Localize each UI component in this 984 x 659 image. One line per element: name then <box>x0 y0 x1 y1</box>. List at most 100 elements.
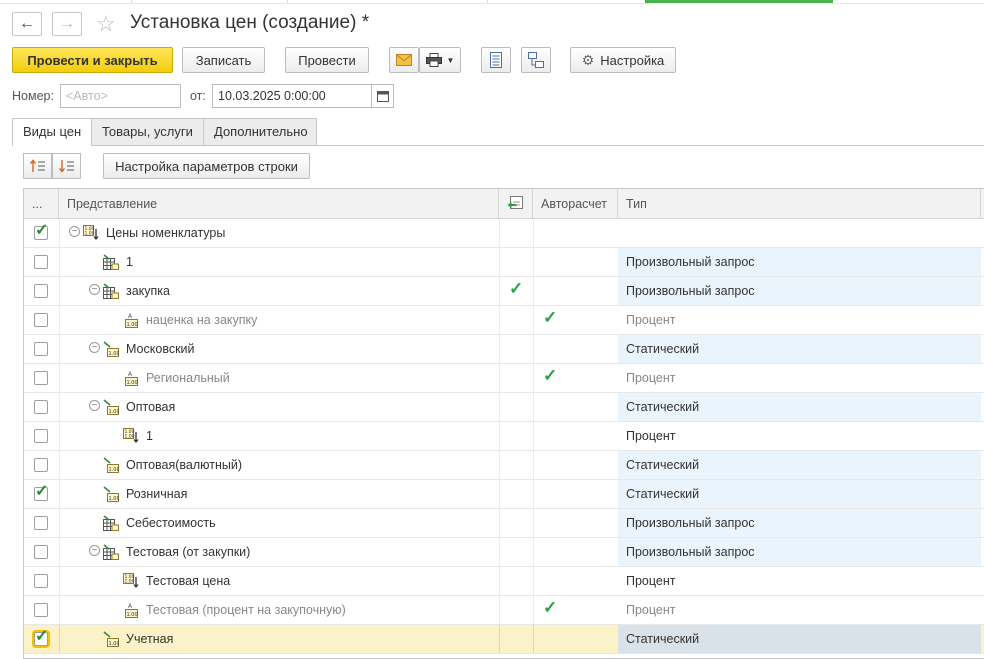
row-checkbox[interactable] <box>34 545 48 559</box>
percent-icon: A 1.00 <box>123 312 139 328</box>
header-name[interactable]: Представление <box>59 189 499 219</box>
column-separator <box>533 509 534 537</box>
column-separator <box>499 509 500 537</box>
email-button[interactable] <box>389 47 419 73</box>
checkmark-icon: ✓ <box>35 222 49 239</box>
header-type[interactable]: Тип <box>618 189 981 219</box>
group-icon: 1.00 1.00 <box>123 573 139 589</box>
row-type[interactable]: Процент <box>618 596 981 624</box>
row-name: 1 <box>126 255 133 269</box>
table-row[interactable]: A 1.00 наценка на закупку ✓ Процент <box>24 306 984 335</box>
table-row[interactable]: ✓ 1.00 Розничная Статический <box>24 480 984 509</box>
sort-ascending-button[interactable] <box>23 153 52 179</box>
row-type[interactable]: Процент <box>618 364 981 392</box>
row-name: 1 <box>146 429 153 443</box>
table-row[interactable]: ✓ −1.00 1.00 Цены номенклатуры <box>24 219 984 248</box>
collapse-toggle-icon[interactable]: − <box>89 545 100 556</box>
row-checkbox[interactable]: ✓ <box>34 484 48 501</box>
row-type[interactable]: Произвольный запрос <box>618 248 981 276</box>
list-document-icon <box>490 52 502 68</box>
table-row[interactable]: 1 Произвольный запрос <box>24 248 984 277</box>
structure-button[interactable] <box>521 47 551 73</box>
row-type[interactable]: Статический <box>618 625 981 653</box>
collapse-toggle-icon[interactable]: − <box>89 342 100 353</box>
collapse-toggle-icon[interactable]: − <box>89 284 100 295</box>
header-select-column[interactable]: ... <box>24 189 59 219</box>
row-type[interactable]: Статический <box>618 335 981 363</box>
column-separator <box>59 422 60 450</box>
table-row[interactable]: − закупка ✓ Произвольный запрос <box>24 277 984 306</box>
row-checkbox[interactable] <box>34 458 48 472</box>
svg-text:A: A <box>128 371 133 378</box>
row-checkbox[interactable] <box>34 574 48 588</box>
tab-goods-services[interactable]: Товары, услуги <box>91 118 204 145</box>
row-type[interactable]: Произвольный запрос <box>618 277 981 305</box>
table-row[interactable]: 1.00 Оптовая(валютный) Статический <box>24 451 984 480</box>
row-type[interactable]: Произвольный запрос <box>618 538 981 566</box>
post-and-close-button[interactable]: Провести и закрыть <box>12 47 173 73</box>
collapse-toggle-icon[interactable]: − <box>69 226 80 237</box>
table-row[interactable]: A 1.00 Тестовая (процент на закупочную) ✓ Пр… <box>24 596 984 625</box>
row-checkbox[interactable] <box>34 313 48 327</box>
row-checkbox[interactable] <box>34 400 48 414</box>
row-type[interactable]: Статический <box>618 451 981 479</box>
row-checkbox[interactable]: ✓ <box>34 222 49 240</box>
document-list-button[interactable] <box>481 47 511 73</box>
row-type[interactable]: Процент <box>618 306 981 334</box>
sort-descending-button[interactable] <box>52 153 81 179</box>
column-separator <box>533 567 534 595</box>
number-label: Номер: <box>12 89 54 103</box>
row-checkbox[interactable] <box>34 516 48 530</box>
column-separator <box>499 335 500 363</box>
table-row[interactable]: 1.00 1.00 1 Процент <box>24 422 984 451</box>
gear-icon: ⚙ <box>581 51 595 68</box>
back-button[interactable]: ← <box>12 12 42 36</box>
row-checkbox[interactable] <box>34 429 48 443</box>
active-window-tab[interactable] <box>645 0 833 3</box>
post-button[interactable]: Провести <box>285 47 369 73</box>
row-type[interactable]: Статический <box>618 393 981 421</box>
query-icon <box>103 515 119 531</box>
row-type[interactable]: Процент <box>618 567 981 595</box>
save-button[interactable]: Записать <box>182 47 265 73</box>
column-separator <box>499 480 500 508</box>
table-row[interactable]: 1.00 1.00 Тестовая цена Процент <box>24 567 984 596</box>
row-checkbox[interactable] <box>34 342 48 356</box>
number-field[interactable]: <Авто> <box>60 84 181 108</box>
svg-text:A: A <box>128 313 133 320</box>
date-field[interactable]: 10.03.2025 0:00:00 <box>212 84 372 108</box>
column-separator <box>59 393 60 421</box>
tab-price-types[interactable]: Виды цен <box>12 118 92 146</box>
row-checkbox[interactable] <box>34 255 48 269</box>
row-checkbox[interactable] <box>34 284 48 298</box>
table-row[interactable]: − 1.00 Московский Статический <box>24 335 984 364</box>
print-button[interactable]: ▼ <box>419 47 461 73</box>
row-settings-button[interactable]: Настройка параметров строки <box>103 153 310 179</box>
row-type[interactable]: Статический <box>618 480 981 508</box>
table-row[interactable]: − Тестовая (от закупки) Произвольный запро… <box>24 538 984 567</box>
row-checkbox[interactable] <box>34 603 48 617</box>
row-checkbox[interactable] <box>34 371 48 385</box>
table-row[interactable]: − 1.00 Оптовая Статический <box>24 393 984 422</box>
collapse-toggle-icon[interactable]: − <box>89 400 100 411</box>
row-type[interactable] <box>618 219 981 247</box>
settings-button[interactable]: ⚙ Настройка <box>570 47 676 73</box>
header-autocalc[interactable]: Авторасчет <box>533 189 618 219</box>
table-row[interactable]: A 1.00 Региональный ✓ Процент <box>24 364 984 393</box>
table-row[interactable]: ✓ 1.00 Учетная Статический <box>24 625 984 654</box>
tab-additional[interactable]: Дополнительно <box>203 118 317 145</box>
price-types-table[interactable]: ... Представление Авторасчет Тип ✓ −1.00 1… <box>23 188 984 659</box>
column-separator <box>533 451 534 479</box>
forward-button[interactable]: → <box>52 12 82 36</box>
group-icon: 1.00 1.00 <box>83 225 99 241</box>
calendar-button[interactable] <box>372 84 394 108</box>
favorite-star-icon[interactable]: ☆ <box>96 11 116 37</box>
row-type[interactable]: Произвольный запрос <box>618 509 981 537</box>
static-icon: 1.00 <box>103 341 120 357</box>
header-link[interactable] <box>499 189 533 219</box>
column-separator <box>59 364 60 392</box>
row-checkbox[interactable]: ✓ <box>34 629 48 646</box>
table-row[interactable]: Себестоимость Произвольный запрос <box>24 509 984 538</box>
row-type[interactable]: Процент <box>618 422 981 450</box>
svg-text:1.00: 1.00 <box>85 231 95 237</box>
